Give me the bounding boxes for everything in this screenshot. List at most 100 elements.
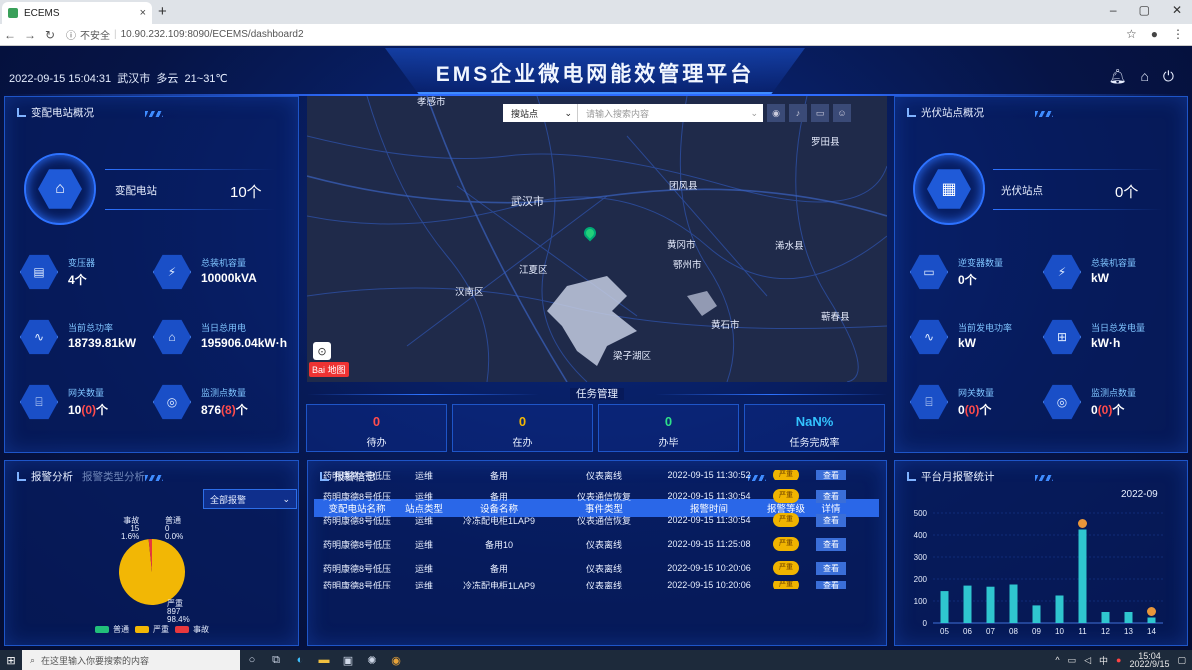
taskbar-search-input[interactable]: ⌕ 在这里输入你要搜索的内容 xyxy=(22,650,240,670)
decor-stripes xyxy=(145,475,163,481)
severity-badge: 严重 xyxy=(773,581,799,589)
minimize-button[interactable]: – xyxy=(1110,3,1117,17)
legend-item[interactable]: 严重 xyxy=(135,624,169,635)
tab-close-button[interactable]: × xyxy=(140,7,146,19)
table-row: 药明康德8号低压 运维 备用 仪表通信恢复 2022-09-15 11:30:54 严重 查… xyxy=(314,485,879,507)
info-icon: ⓘ xyxy=(66,31,76,42)
security-label: 不安全 xyxy=(80,31,110,42)
bookmark-star-icon[interactable]: ☆ xyxy=(1126,27,1137,41)
edge-icon[interactable]: ◐ xyxy=(288,650,312,670)
tab-alarm-type-analysis[interactable]: 报警类型分析 xyxy=(82,469,145,484)
divider xyxy=(993,209,1163,210)
url-field[interactable]: ⓘ 不安全 | 10.90.232.109:8090/ECEMS/dashboa… xyxy=(66,27,304,42)
view-button[interactable]: 查看 xyxy=(816,581,846,589)
gateway-icon: ⌸ xyxy=(20,384,58,420)
back-icon[interactable]: ← xyxy=(0,28,20,42)
volume-icon[interactable]: ◁ xyxy=(1084,655,1091,666)
chevron-down-icon: ⌄ xyxy=(282,493,290,504)
chevron-up-icon[interactable]: ^ xyxy=(1055,655,1059,665)
home-icon[interactable]: ⌂ xyxy=(1140,68,1148,85)
task-done[interactable]: 0 办毕 xyxy=(598,404,739,452)
map-label: 梁子湖区 xyxy=(613,351,652,362)
view-button[interactable]: 查看 xyxy=(816,537,846,551)
network-app-icon[interactable]: ✺ xyxy=(360,650,384,670)
severity-badge: 严重 xyxy=(773,489,799,503)
notification-icon[interactable]: ▢ xyxy=(1177,655,1186,666)
stat-power: ∿ 当前发电功率 kW xyxy=(910,316,1040,358)
task-in-progress[interactable]: 0 在办 xyxy=(452,404,593,452)
view-button[interactable]: 查看 xyxy=(816,470,846,480)
microphone-icon[interactable]: ♪ xyxy=(789,104,807,122)
stat-value: 4个 xyxy=(68,273,87,287)
new-tab-button[interactable]: + xyxy=(158,3,167,20)
legend-item[interactable]: 普通 xyxy=(95,624,129,635)
table-cell: 备用 xyxy=(489,563,508,574)
table-cell-level: 严重 xyxy=(760,581,812,589)
close-window-button[interactable]: ✕ xyxy=(1172,3,1182,17)
browser-tab[interactable]: ECEMS × xyxy=(2,2,152,24)
user-icon[interactable]: ☺ xyxy=(833,104,851,122)
map-search: 搜站点 ⌄ 请输入搜索内容 ⌄ ◉ ♪ ▭ ☺ xyxy=(503,104,851,122)
search-placeholder: 请输入搜索内容 xyxy=(586,108,650,119)
x-tick-label: 09 xyxy=(1032,627,1041,636)
maximize-button[interactable]: ▢ xyxy=(1139,3,1150,17)
view-button[interactable]: 查看 xyxy=(816,489,846,503)
datetime-text: 2022-09-15 15:04:31 xyxy=(9,73,112,85)
capacity-icon: ⚡ xyxy=(153,254,191,290)
map-view[interactable]: 孝感市 罗田县 武汉市 团风县 黄冈市 浠水县 江夏区 鄂州市 汉南区 黄石市 … xyxy=(307,96,887,382)
view-button[interactable]: 查看 xyxy=(816,561,846,575)
chart-period-label: 2022-09 xyxy=(1121,489,1158,500)
table-cell: 药明康德8号低压 xyxy=(322,470,391,481)
cortana-icon[interactable]: ○ xyxy=(240,650,264,670)
task-pending[interactable]: 0 待办 xyxy=(306,404,447,452)
network-icon[interactable]: ▭ xyxy=(1068,655,1077,666)
legend-item[interactable]: 事故 xyxy=(175,624,209,635)
map-label: 蕲春县 xyxy=(821,312,850,323)
map-search-type-select[interactable]: 搜站点 ⌄ xyxy=(503,104,577,122)
table-cell-action: 查看 xyxy=(812,489,850,503)
video-icon[interactable]: ▭ xyxy=(811,104,829,122)
bar-marker xyxy=(1147,607,1156,616)
table-cell: 2022-09-15 11:25:08 xyxy=(667,539,751,549)
stat-label: 监测点数量 xyxy=(1091,388,1137,398)
profile-icon[interactable]: ● xyxy=(1151,27,1158,41)
antivirus-icon[interactable]: ● xyxy=(1116,655,1121,665)
view-button[interactable]: 查看 xyxy=(816,513,846,527)
x-tick-label: 07 xyxy=(986,627,995,636)
store-icon[interactable]: ▣ xyxy=(336,650,360,670)
tab-alarm-analysis[interactable]: 报警分析 xyxy=(31,469,73,484)
table-cell-action: 查看 xyxy=(812,561,850,575)
tab-title: ECEMS xyxy=(24,7,60,19)
forward-icon[interactable]: → xyxy=(20,28,40,42)
clock[interactable]: 15:04 2022/9/15 xyxy=(1129,652,1169,669)
home-bolt-icon: ⌂ xyxy=(38,169,82,209)
reload-icon[interactable]: ↻ xyxy=(40,28,60,42)
windows-start-icon[interactable]: ⊞ xyxy=(0,650,22,670)
stat-energy: ⌂ 当日总用电 195906.04kW·h xyxy=(153,316,287,358)
locate-icon[interactable]: ⊙ xyxy=(313,342,331,360)
map-search-input[interactable]: 请输入搜索内容 ⌄ xyxy=(577,104,763,122)
ime-indicator[interactable]: 中 xyxy=(1099,654,1108,667)
value-unit: 个 xyxy=(96,403,109,417)
task-title: 任务管理 xyxy=(307,386,887,401)
task-value: 0 xyxy=(664,414,673,429)
file-explorer-icon[interactable]: ▬ xyxy=(312,650,336,670)
stat-label: 当前发电功率 xyxy=(958,323,1013,333)
bar xyxy=(1101,612,1110,623)
table-cell: 仪表离线 xyxy=(585,581,622,589)
panel-title: 变配电站概况 xyxy=(31,107,94,119)
table-cell: 仪表离线 xyxy=(585,470,622,481)
alarm-filter-select[interactable]: 全部报警 ⌄ xyxy=(203,489,297,509)
bell-icon[interactable]: 🔔︎ xyxy=(1109,68,1127,85)
eye-icon[interactable]: ◉ xyxy=(767,104,785,122)
table-cell-action: 查看 xyxy=(812,537,850,551)
x-tick-label: 05 xyxy=(940,627,949,636)
task-completion-rate[interactable]: NaN% 任务完成率 xyxy=(744,404,885,452)
task-view-icon[interactable]: ⧉ xyxy=(264,650,288,670)
legend-label: 严重 xyxy=(153,625,169,634)
stat-label: 当前总功率 xyxy=(68,323,114,333)
table-cell: 备用 xyxy=(489,491,508,502)
chrome-icon[interactable]: ◉ xyxy=(384,650,408,670)
power-icon[interactable]: ⏻ xyxy=(1163,68,1174,85)
browser-menu-icon[interactable]: ⋮ xyxy=(1172,27,1184,41)
